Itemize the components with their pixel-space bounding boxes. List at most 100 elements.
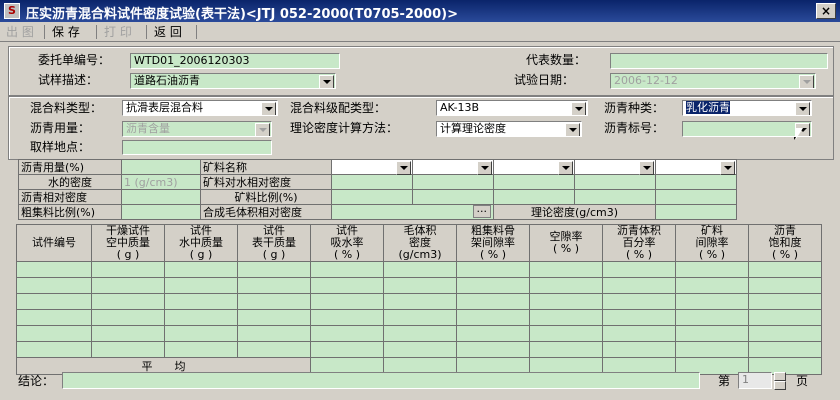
- grid-cell[interactable]: [456, 293, 530, 310]
- chevron-down-icon[interactable]: [255, 123, 270, 136]
- grid-cell[interactable]: [164, 261, 238, 278]
- grading-select[interactable]: AK-13B: [436, 100, 588, 116]
- chevron-down-icon[interactable]: [558, 161, 573, 175]
- mix-cell[interactable]: [121, 159, 201, 175]
- grid-cell[interactable]: [602, 325, 676, 342]
- export-button[interactable]: 出 图: [4, 24, 36, 40]
- chevron-down-icon[interactable]: [571, 102, 586, 115]
- grid-cell[interactable]: [310, 261, 384, 278]
- grid-cell[interactable]: [16, 293, 92, 310]
- grid-cell[interactable]: [164, 277, 238, 294]
- grid-cell[interactable]: [675, 325, 749, 342]
- grid-cell[interactable]: [529, 277, 603, 294]
- grid-cell[interactable]: [748, 309, 822, 326]
- grid-cell[interactable]: [91, 261, 165, 278]
- grid-cell[interactable]: [602, 341, 676, 358]
- mix-cell[interactable]: [493, 174, 575, 190]
- grid-cell[interactable]: [602, 293, 676, 310]
- grid-cell[interactable]: [164, 309, 238, 326]
- chevron-down-icon[interactable]: [639, 161, 654, 175]
- mix-type-select[interactable]: 抗滑表层混合料: [122, 100, 278, 116]
- grid-cell[interactable]: [237, 293, 311, 310]
- grid-cell[interactable]: [456, 309, 530, 326]
- grid-cell[interactable]: [748, 261, 822, 278]
- grid-cell[interactable]: [310, 293, 384, 310]
- mix-cell[interactable]: [412, 174, 494, 190]
- grid-cell[interactable]: [675, 341, 749, 358]
- grid-cell[interactable]: [748, 293, 822, 310]
- page-number-field[interactable]: 1: [738, 372, 772, 389]
- grid-cell[interactable]: [16, 341, 92, 358]
- grid-cell[interactable]: [237, 277, 311, 294]
- grid-cell[interactable]: [16, 325, 92, 342]
- grid-cell[interactable]: [383, 261, 457, 278]
- chevron-down-icon[interactable]: [319, 75, 334, 88]
- grid-cell[interactable]: [456, 261, 530, 278]
- mineral-select[interactable]: [331, 159, 413, 175]
- grid-cell[interactable]: [675, 293, 749, 310]
- page-down-icon[interactable]: [774, 381, 786, 390]
- chevron-down-icon[interactable]: [396, 161, 411, 175]
- rep-qty-field[interactable]: [610, 53, 828, 69]
- grid-cell[interactable]: [529, 325, 603, 342]
- asphalt-grade-select[interactable]: [682, 121, 812, 137]
- grid-cell[interactable]: [529, 261, 603, 278]
- chevron-down-icon[interactable]: [799, 75, 814, 88]
- test-date-select[interactable]: 2006-12-12: [610, 73, 816, 89]
- mix-cell[interactable]: [574, 189, 656, 205]
- asphalt-amount-select[interactable]: 沥青含量: [122, 121, 272, 137]
- grid-cell[interactable]: [164, 293, 238, 310]
- grid-cell[interactable]: [383, 341, 457, 358]
- mix-cell[interactable]: [493, 189, 575, 205]
- mineral-select[interactable]: [655, 159, 737, 175]
- chevron-down-icon[interactable]: [565, 123, 580, 136]
- conclusion-field[interactable]: [62, 372, 700, 389]
- grid-cell[interactable]: [91, 341, 165, 358]
- grid-cell[interactable]: [16, 261, 92, 278]
- mix-cell[interactable]: [331, 174, 413, 190]
- mix-cell[interactable]: [412, 189, 494, 205]
- grid-cell[interactable]: [91, 325, 165, 342]
- grid-cell[interactable]: [675, 309, 749, 326]
- return-button[interactable]: 返 回: [152, 24, 184, 40]
- mix-cell[interactable]: [331, 189, 413, 205]
- grid-cell[interactable]: [237, 341, 311, 358]
- grid-cell[interactable]: [16, 309, 92, 326]
- synthetic-density-cell[interactable]: ···: [331, 204, 494, 220]
- grid-cell[interactable]: [237, 261, 311, 278]
- grid-cell[interactable]: [310, 309, 384, 326]
- grid-cell[interactable]: [91, 293, 165, 310]
- method-select[interactable]: 计算理论密度: [436, 121, 582, 137]
- mineral-select[interactable]: [574, 159, 656, 175]
- mix-cell[interactable]: [121, 189, 201, 205]
- mix-cell[interactable]: [655, 189, 737, 205]
- chevron-down-icon[interactable]: [795, 102, 810, 115]
- grid-cell[interactable]: [91, 277, 165, 294]
- grid-cell[interactable]: [675, 261, 749, 278]
- mix-cell[interactable]: [655, 174, 737, 190]
- asphalt-kind-select[interactable]: 乳化沥青: [682, 100, 812, 116]
- grid-cell[interactable]: [164, 325, 238, 342]
- mineral-select[interactable]: [493, 159, 575, 175]
- grid-cell[interactable]: [383, 293, 457, 310]
- grid-cell[interactable]: [529, 341, 603, 358]
- grid-cell[interactable]: [748, 277, 822, 294]
- grid-cell[interactable]: [383, 277, 457, 294]
- grid-cell[interactable]: [310, 325, 384, 342]
- mix-cell[interactable]: [574, 174, 656, 190]
- page-up-icon[interactable]: [774, 372, 786, 381]
- grid-cell[interactable]: [310, 341, 384, 358]
- grid-cell[interactable]: [456, 325, 530, 342]
- mineral-select[interactable]: [412, 159, 494, 175]
- grid-cell[interactable]: [529, 293, 603, 310]
- grid-cell[interactable]: [237, 325, 311, 342]
- grid-cell[interactable]: [16, 277, 92, 294]
- grid-cell[interactable]: [602, 277, 676, 294]
- grid-cell[interactable]: [164, 341, 238, 358]
- ellipsis-button[interactable]: ···: [472, 205, 491, 218]
- close-button[interactable]: ×: [816, 3, 836, 19]
- grid-cell[interactable]: [91, 309, 165, 326]
- grid-cell[interactable]: [748, 325, 822, 342]
- grid-cell[interactable]: [383, 309, 457, 326]
- grid-cell[interactable]: [748, 341, 822, 358]
